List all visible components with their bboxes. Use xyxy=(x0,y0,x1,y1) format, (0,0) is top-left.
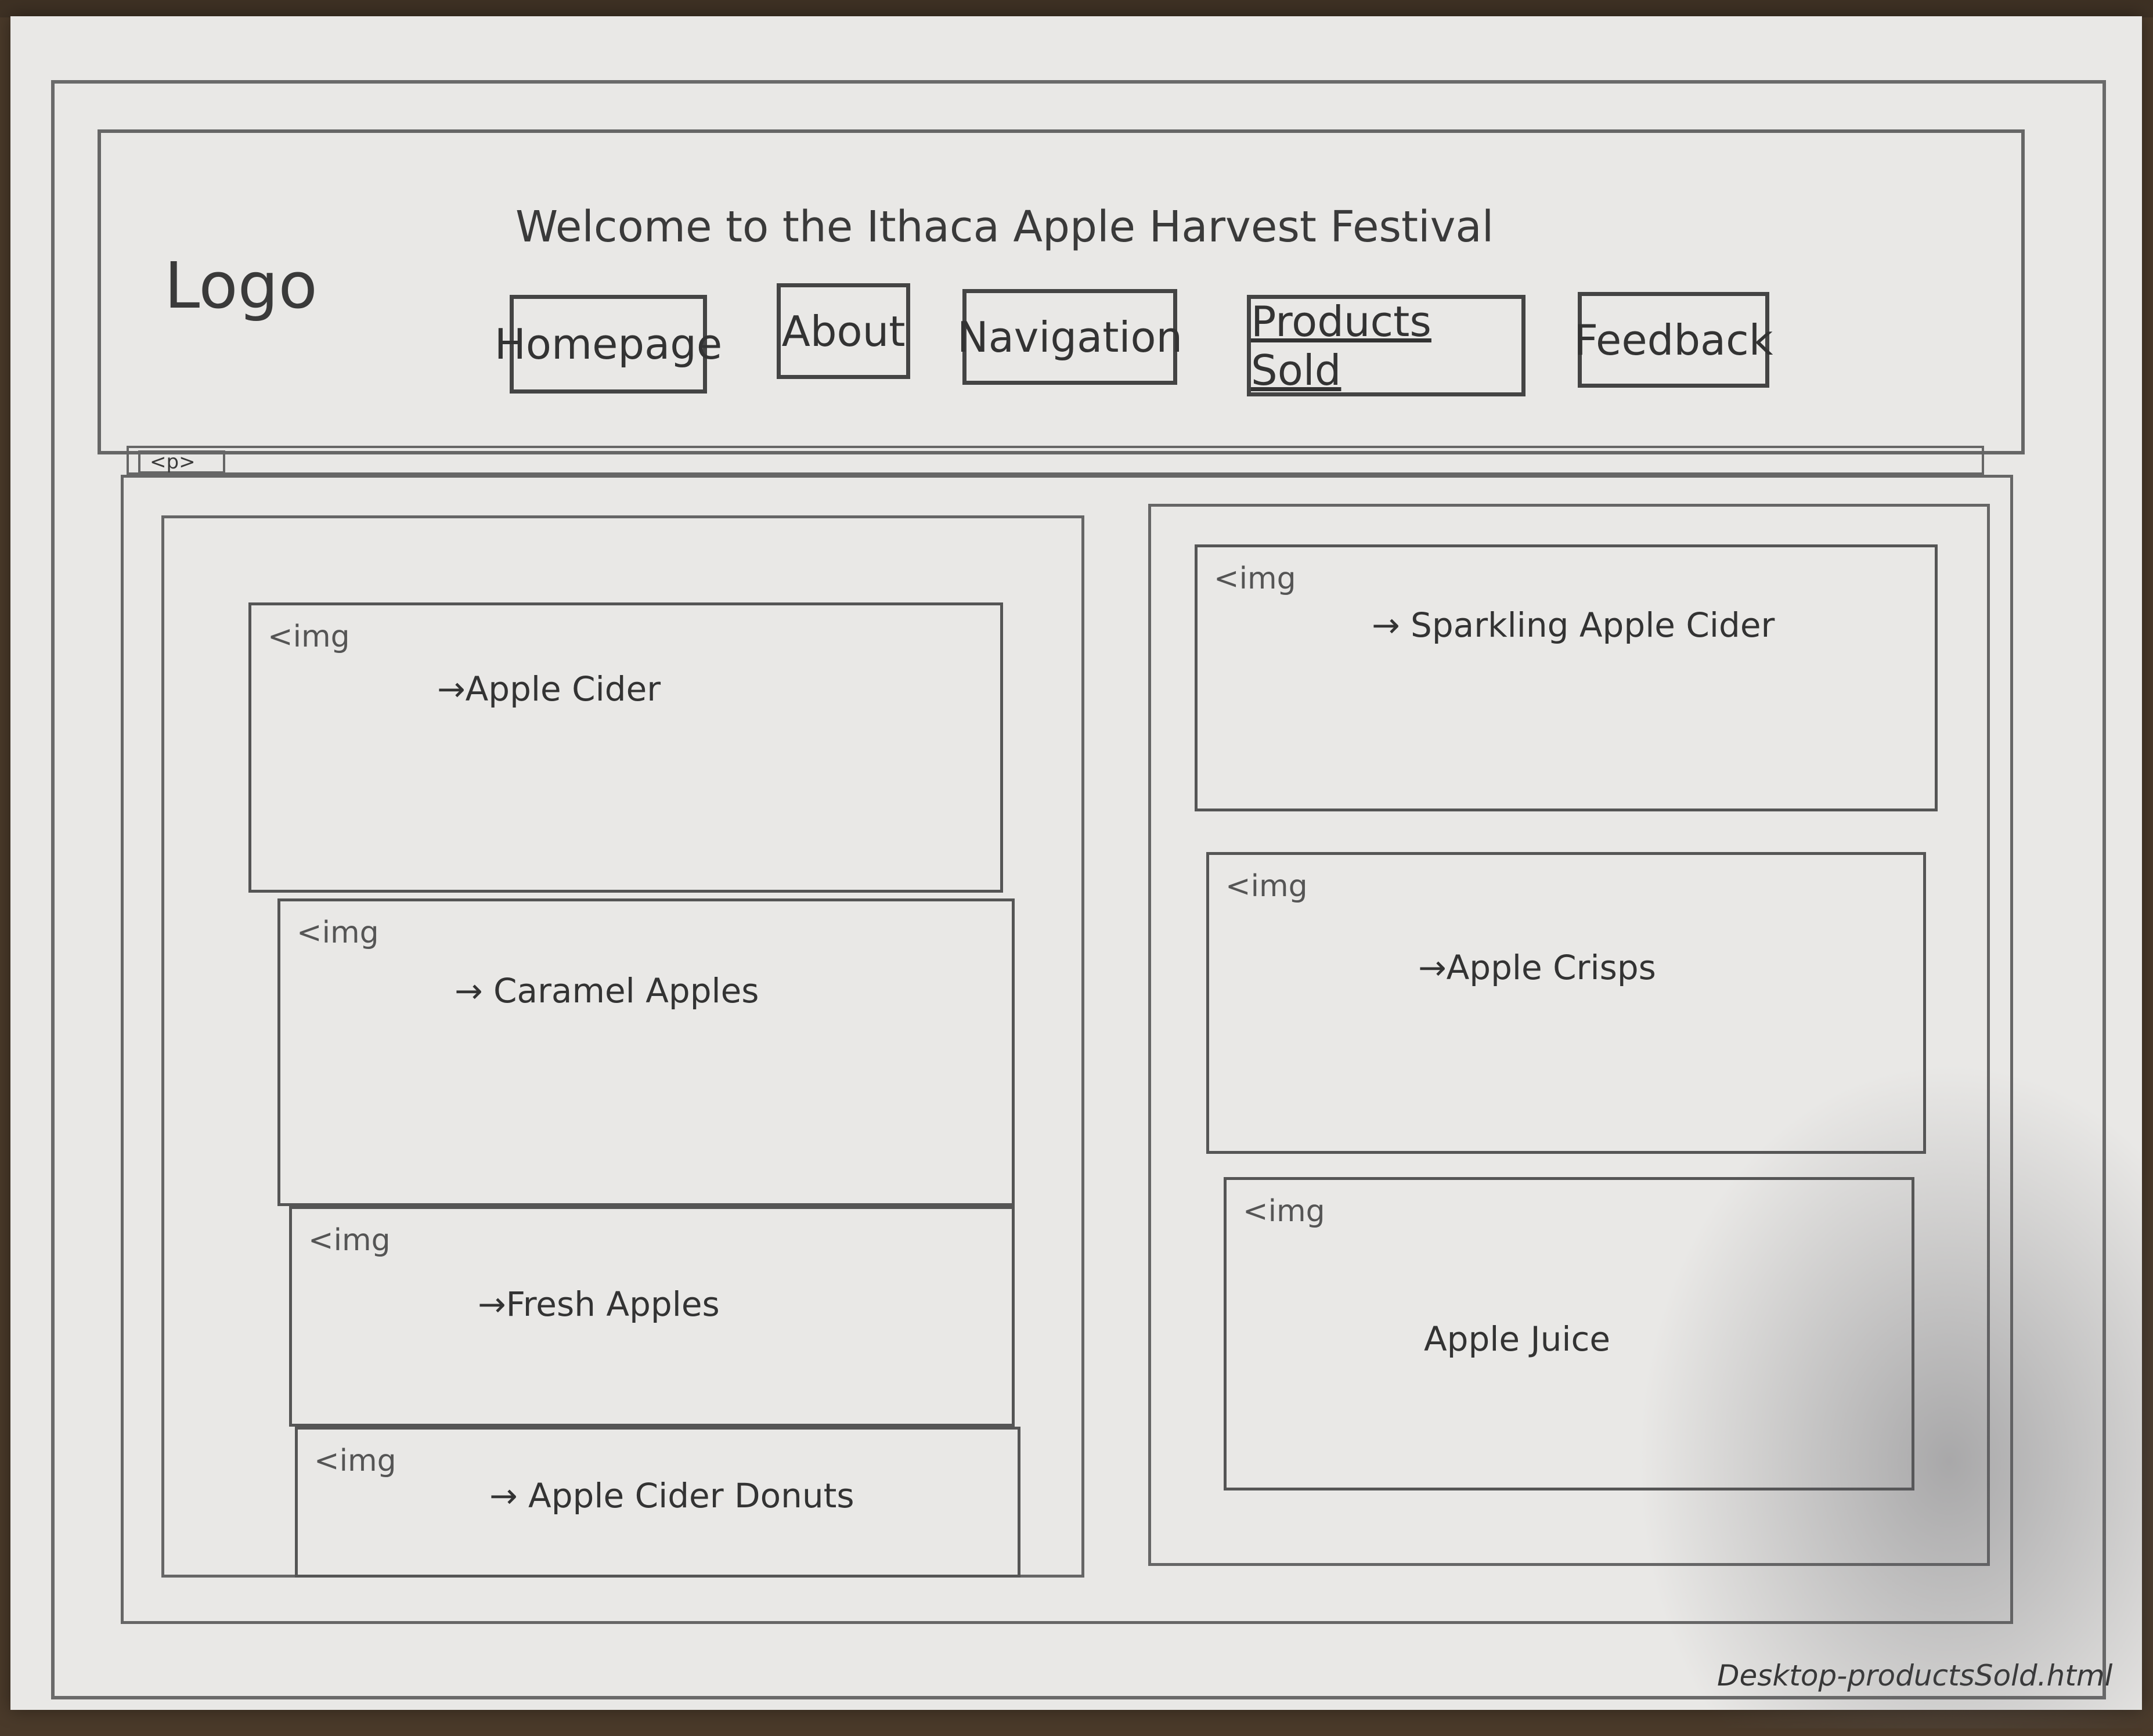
image-placeholder: <img xyxy=(297,915,379,950)
image-placeholder: <img xyxy=(314,1443,396,1478)
sketch-paper: Logo Welcome to the Ithaca Apple Harvest… xyxy=(10,16,2153,1728)
nav-about-button[interactable]: About xyxy=(777,283,910,379)
page-title: Welcome to the Ithaca Apple Harvest Fest… xyxy=(515,202,1494,252)
nav-feedback-button[interactable]: Feedback xyxy=(1574,292,1773,388)
product-label: →Apple Crisps xyxy=(1418,948,1656,987)
table-surface-top xyxy=(0,0,2153,17)
product-label: → Caramel Apples xyxy=(455,971,759,1010)
image-placeholder: <img xyxy=(308,1223,391,1258)
product-label: →Fresh Apples xyxy=(478,1284,720,1324)
nav-homepage-button[interactable]: Homepage xyxy=(495,295,722,394)
nav-navigation-button[interactable]: Navigation xyxy=(957,289,1182,385)
image-placeholder: <img xyxy=(1243,1194,1325,1229)
product-label: → Sparkling Apple Cider xyxy=(1372,605,1775,645)
product-card[interactable]: <img → Sparkling Apple Cider xyxy=(1195,544,1938,811)
image-placeholder: <img xyxy=(1214,561,1296,596)
product-card[interactable]: <img →Apple Cider xyxy=(248,602,1003,893)
image-placeholder: <img xyxy=(268,619,350,654)
paragraph-tag: <p> xyxy=(150,450,196,474)
product-card[interactable]: <img →Apple Crisps xyxy=(1206,852,1926,1154)
product-card[interactable]: <img → Apple Cider Donuts xyxy=(295,1427,1020,1578)
product-card[interactable]: <img →Fresh Apples xyxy=(289,1206,1015,1427)
nav-products-sold-button[interactable]: Products Sold xyxy=(1247,295,1526,396)
product-label: →Apple Cider xyxy=(437,669,661,709)
image-placeholder: <img xyxy=(1225,869,1308,904)
filename-label: Desktop-productsSold.html xyxy=(1717,1659,2113,1692)
product-card[interactable]: <img → Caramel Apples xyxy=(277,898,1015,1206)
product-label: → Apple Cider Donuts xyxy=(489,1476,854,1515)
paragraph-bar xyxy=(127,446,1984,475)
logo[interactable]: Logo xyxy=(164,248,318,323)
product-card[interactable]: <img Apple Juice xyxy=(1224,1177,1914,1490)
product-label: Apple Juice xyxy=(1424,1319,1611,1359)
